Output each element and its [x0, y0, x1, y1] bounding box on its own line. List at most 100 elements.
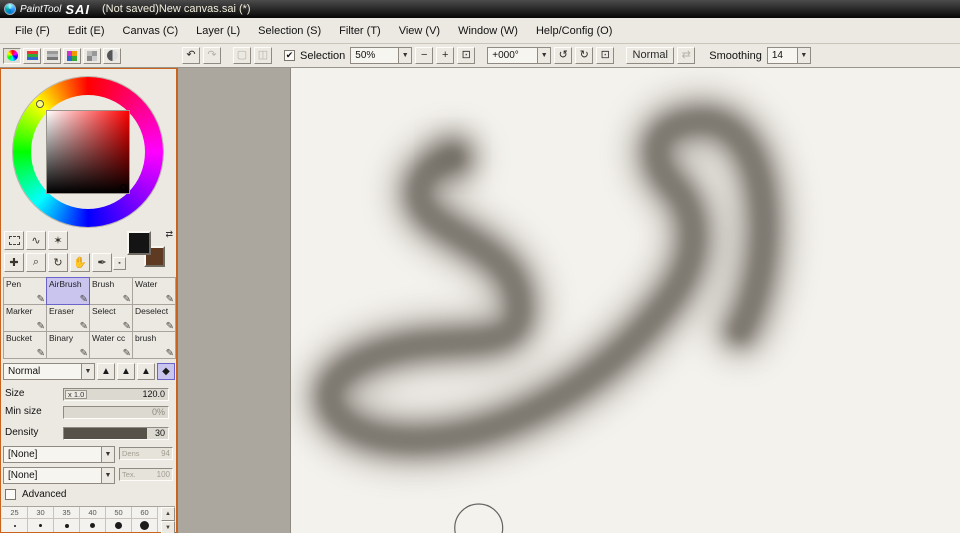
zoom-out-button[interactable]: −: [415, 47, 434, 64]
min-size-slider[interactable]: 0%: [63, 406, 169, 419]
rotate-cw-button[interactable]: ↻: [575, 47, 594, 64]
zoom-reset-button[interactable]: ⊡: [457, 47, 476, 64]
menu-filter[interactable]: Filter (T): [330, 21, 390, 41]
color-mixer-toggle[interactable]: [63, 47, 81, 64]
pen-icon: ✎: [165, 348, 174, 359]
rotate-view-tool[interactable]: ↻: [48, 253, 68, 272]
smoothing-value: 14: [771, 50, 783, 61]
rotation-dropdown-icon[interactable]: ▼: [537, 48, 551, 63]
rect-select-tool[interactable]: [4, 231, 24, 250]
drawing-canvas[interactable]: [290, 68, 960, 533]
blend-mode-dropdown[interactable]: Normal ▼: [3, 363, 95, 380]
scratchpad-toggle[interactable]: [103, 47, 121, 64]
undo-button[interactable]: ↶: [182, 47, 200, 64]
brush-tip-4[interactable]: ◆: [157, 363, 175, 380]
brush-tip-2[interactable]: ▲: [117, 363, 135, 380]
size-preset[interactable]: 50: [106, 507, 132, 532]
move-tool[interactable]: ✚: [4, 253, 24, 272]
texture2-dropdown[interactable]: [None] ▼: [3, 467, 115, 484]
preset-size-value: 35: [54, 507, 79, 519]
texture1-dropdown-icon[interactable]: ▼: [101, 447, 114, 462]
size-slider[interactable]: x 1.0 120.0: [63, 388, 169, 401]
rgb-slider-toggle[interactable]: [23, 47, 41, 64]
zoom-tool[interactable]: ⌕: [26, 253, 46, 272]
magic-wand-tool[interactable]: ✶: [48, 231, 68, 250]
brush-eraser[interactable]: Eraser ✎: [46, 304, 90, 332]
lasso-tool[interactable]: ∿: [26, 231, 46, 250]
brush-deselect[interactable]: Deselect ✎: [132, 304, 176, 332]
preset-dot: [90, 523, 95, 528]
menu-help-config[interactable]: Help/Config (O): [527, 21, 621, 41]
normal-view-button[interactable]: Normal: [626, 47, 675, 64]
swatch-grid-icon: [87, 50, 97, 61]
rotate-reset-button[interactable]: ⊡: [596, 47, 615, 64]
mini-color-button[interactable]: ▪: [113, 257, 126, 270]
selection-invert-button[interactable]: ◫: [254, 47, 272, 64]
texture2-dropdown-icon[interactable]: ▼: [101, 468, 114, 483]
menu-selection[interactable]: Selection (S): [249, 21, 330, 41]
menu-canvas[interactable]: Canvas (C): [114, 21, 188, 41]
selection-checkbox[interactable]: ✔: [284, 50, 295, 61]
brush-bucket[interactable]: Bucket ✎: [3, 331, 47, 359]
sv-marker[interactable]: [120, 184, 127, 191]
tool-panel: ∿ ✶ ✚ ⌕ ↻ ✋ ✒ ⇄ ▪ Pen ✎ AirBrush ✎ Brush ✎ …: [0, 68, 177, 533]
preset-scroll-up[interactable]: ▲: [161, 507, 175, 521]
saturation-value-square[interactable]: [46, 110, 130, 194]
brush-tip-3[interactable]: ▲: [137, 363, 155, 380]
rect-select-icon: [8, 236, 20, 245]
preset-dot: [64, 523, 69, 528]
hue-marker[interactable]: [36, 100, 44, 108]
color-wheel-toggle[interactable]: [3, 47, 21, 64]
brush-brush[interactable]: Brush ✎: [89, 277, 133, 305]
preset-scroll-down[interactable]: ▼: [161, 521, 175, 533]
zoom-dropdown-icon[interactable]: ▼: [398, 48, 412, 63]
foreground-color-swatch[interactable]: [127, 231, 151, 255]
advanced-checkbox[interactable]: [5, 489, 16, 500]
brush-airbrush[interactable]: AirBrush ✎: [46, 277, 90, 305]
hand-tool[interactable]: ✋: [70, 253, 90, 272]
brush-marker[interactable]: Marker ✎: [3, 304, 47, 332]
rotation-value: +000°: [492, 50, 519, 61]
brush-binary[interactable]: Binary ✎: [46, 331, 90, 359]
zoom-combo[interactable]: 50% ▼: [350, 47, 413, 64]
texture2-strength-slider[interactable]: Tex. 100: [119, 468, 173, 481]
size-preset[interactable]: 30: [28, 507, 54, 532]
swatches-toggle[interactable]: [83, 47, 101, 64]
size-preset[interactable]: 35: [54, 507, 80, 532]
menu-layer[interactable]: Layer (L): [187, 21, 249, 41]
smoothing-combo[interactable]: 14 ▼: [766, 47, 811, 64]
menu-window[interactable]: Window (W): [449, 21, 527, 41]
hsv-slider-toggle[interactable]: [43, 47, 61, 64]
eyedropper-tool[interactable]: ✒: [92, 253, 112, 272]
menu-edit[interactable]: Edit (E): [59, 21, 114, 41]
painttool-sai-window: PaintTool SAI (Not saved)New canvas.sai …: [0, 0, 960, 533]
size-multiplier-button[interactable]: x 1.0: [65, 390, 88, 399]
menu-file[interactable]: File (F): [6, 21, 59, 41]
swap-colors-icon[interactable]: ⇄: [165, 229, 173, 240]
preset-dot-area: [54, 519, 79, 532]
flip-view-button[interactable]: ⇄: [677, 47, 696, 64]
texture1-strength-slider[interactable]: Dens 94: [119, 447, 173, 460]
redo-button[interactable]: ↷: [203, 47, 221, 64]
smoothing-dropdown-icon[interactable]: ▼: [796, 48, 810, 63]
rotate-ccw-button[interactable]: ↺: [554, 47, 573, 64]
selection-clear-button[interactable]: ▢: [233, 47, 251, 64]
texture1-dropdown[interactable]: [None] ▼: [3, 446, 115, 463]
smoothing-label: Smoothing: [709, 49, 762, 62]
zoom-in-button[interactable]: +: [436, 47, 455, 64]
size-preset[interactable]: 60: [132, 507, 158, 532]
size-preset[interactable]: 40: [80, 507, 106, 532]
blend-dropdown-icon[interactable]: ▼: [81, 364, 94, 379]
brush-pen[interactable]: Pen ✎: [3, 277, 47, 305]
color-wheel[interactable]: [13, 77, 163, 227]
brush-select[interactable]: Select ✎: [89, 304, 133, 332]
brush-tip-1[interactable]: ▲: [97, 363, 115, 380]
density-slider[interactable]: 30: [63, 427, 169, 440]
size-preset[interactable]: 25: [2, 507, 28, 532]
brush-custom[interactable]: brush ✎: [132, 331, 176, 359]
rotation-combo[interactable]: +000° ▼: [487, 47, 552, 64]
brush-water[interactable]: Water ✎: [132, 277, 176, 305]
brush-water-cc[interactable]: Water cc ✎: [89, 331, 133, 359]
min-size-row: Min size 0%: [1, 405, 178, 421]
menu-view[interactable]: View (V): [390, 21, 449, 41]
